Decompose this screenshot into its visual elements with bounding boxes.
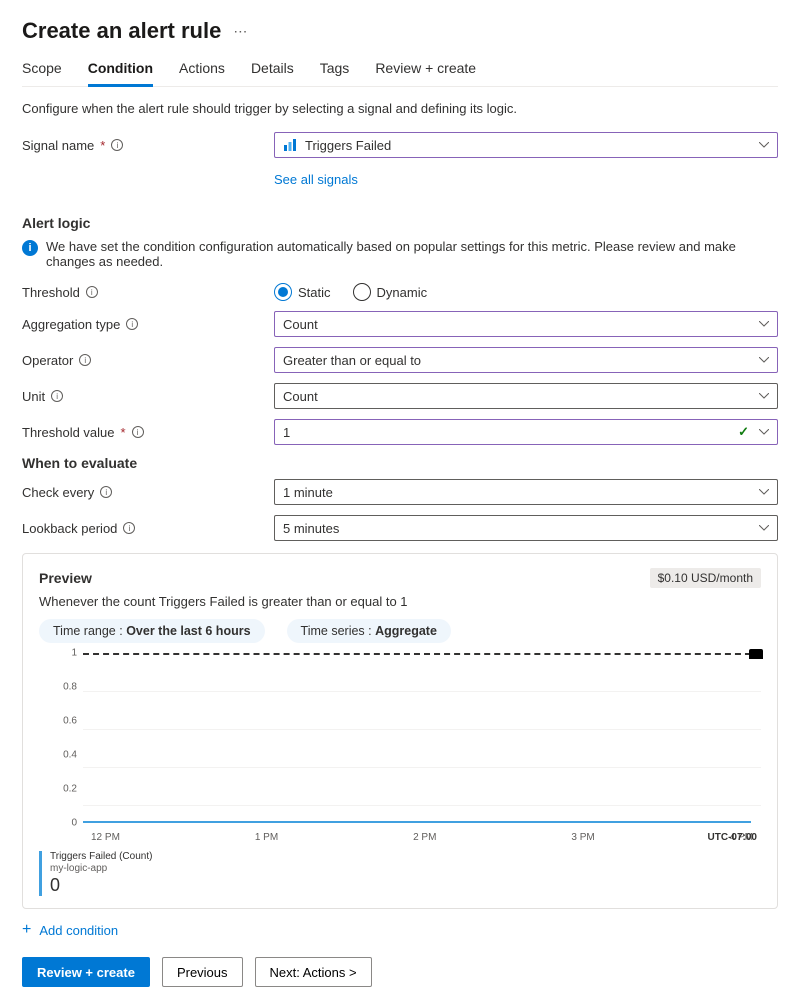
threshold-label: Threshold [22,285,80,300]
data-series-line [83,821,751,823]
add-condition-label: Add condition [39,923,118,938]
see-all-signals-link[interactable]: See all signals [274,172,358,187]
signal-name-label: Signal name [22,138,94,153]
info-icon[interactable]: i [132,426,144,438]
page-title: Create an alert rule [22,18,221,44]
chevron-down-icon [759,393,769,399]
unit-label: Unit [22,389,45,404]
unit-select[interactable]: Count [274,383,778,409]
radio-unchecked-icon [353,283,371,301]
tab-bar: Scope Condition Actions Details Tags Rev… [22,54,778,87]
operator-label: Operator [22,353,73,368]
legend-value: 0 [50,875,152,896]
chevron-down-icon [759,489,769,495]
review-create-button[interactable]: Review + create [22,957,150,987]
threshold-value-input[interactable]: 1 [274,419,778,445]
threshold-dynamic-radio[interactable]: Dynamic [353,283,428,301]
y-tick: 0 [71,818,77,829]
chart-legend[interactable]: Triggers Failed (Count) my-logic-app 0 [39,851,761,896]
check-every-value: 1 minute [283,485,333,500]
operator-select[interactable]: Greater than or equal to [274,347,778,373]
threshold-marker-icon [749,649,763,659]
legend-resource-name: my-logic-app [50,863,152,875]
info-icon[interactable]: i [86,286,98,298]
tab-details[interactable]: Details [251,54,294,86]
more-actions-icon[interactable]: ⋯ [233,23,248,40]
time-series-value: Aggregate [375,624,437,638]
time-range-label: Time range : [53,624,126,638]
lookback-value: 5 minutes [283,521,339,536]
aggregation-label: Aggregation type [22,317,120,332]
tab-scope[interactable]: Scope [22,54,62,86]
time-range-value: Over the last 6 hours [126,624,250,638]
y-tick: 0.4 [63,750,77,761]
x-tick: 1 PM [255,832,278,843]
add-condition-button[interactable]: + Add condition [22,921,778,939]
y-tick: 0.8 [63,682,77,693]
preview-summary: Whenever the count Triggers Failed is gr… [39,594,761,609]
chevron-down-icon [759,525,769,531]
page-description: Configure when the alert rule should tri… [22,101,778,116]
info-icon[interactable]: i [100,486,112,498]
chevron-down-icon [759,142,769,148]
check-every-label: Check every [22,485,94,500]
info-icon[interactable]: i [111,139,123,151]
info-banner-text: We have set the condition configuration … [46,239,778,269]
required-marker: * [121,425,126,440]
preview-card: Preview $0.10 USD/month Whenever the cou… [22,553,778,909]
preview-title: Preview [39,570,92,586]
threshold-value-label: Threshold value [22,425,115,440]
chevron-down-icon [759,429,769,435]
bar-chart-icon [283,138,297,152]
lookback-select[interactable]: 5 minutes [274,515,778,541]
price-badge: $0.10 USD/month [650,568,761,588]
info-icon: i [22,240,38,256]
plus-icon: + [22,921,31,939]
check-every-select[interactable]: 1 minute [274,479,778,505]
signal-name-value: Triggers Failed [305,138,391,153]
unit-value: Count [283,389,318,404]
threshold-dynamic-label: Dynamic [377,285,428,300]
x-tick: 2 PM [413,832,436,843]
info-icon[interactable]: i [79,354,91,366]
y-tick: 1 [71,648,77,659]
chevron-down-icon [759,321,769,327]
signal-name-select[interactable]: Triggers Failed [274,132,778,158]
x-tick: 12 PM [91,832,120,843]
radio-checked-icon [274,283,292,301]
tab-tags[interactable]: Tags [320,54,350,86]
threshold-value-text: 1 [283,425,290,440]
time-series-pill[interactable]: Time series : Aggregate [287,619,451,643]
time-range-pill[interactable]: Time range : Over the last 6 hours [39,619,265,643]
threshold-static-radio[interactable]: Static [274,283,331,301]
threshold-line [83,653,761,655]
info-icon[interactable]: i [51,390,63,402]
y-tick: 0.6 [63,716,77,727]
preview-chart: 1 0.8 0.6 0.4 0.2 0 12 PM 1 PM 2 PM 3 PM… [53,653,761,843]
tab-actions[interactable]: Actions [179,54,225,86]
when-to-evaluate-heading: When to evaluate [22,455,778,471]
y-tick: 0.2 [63,784,77,795]
tab-condition[interactable]: Condition [88,54,153,87]
next-button[interactable]: Next: Actions > [255,957,372,987]
info-icon[interactable]: i [126,318,138,330]
required-marker: * [100,138,105,153]
tab-review[interactable]: Review + create [375,54,476,86]
time-series-label: Time series : [301,624,376,638]
chevron-down-icon [759,357,769,363]
alert-logic-heading: Alert logic [22,215,778,231]
aggregation-value: Count [283,317,318,332]
legend-series-name: Triggers Failed (Count) [50,851,152,863]
timezone-label: UTC-07:00 [708,832,757,843]
info-icon[interactable]: i [123,522,135,534]
aggregation-select[interactable]: Count [274,311,778,337]
threshold-static-label: Static [298,285,331,300]
x-tick: 3 PM [571,832,594,843]
operator-value: Greater than or equal to [283,353,421,368]
previous-button[interactable]: Previous [162,957,243,987]
lookback-label: Lookback period [22,521,117,536]
